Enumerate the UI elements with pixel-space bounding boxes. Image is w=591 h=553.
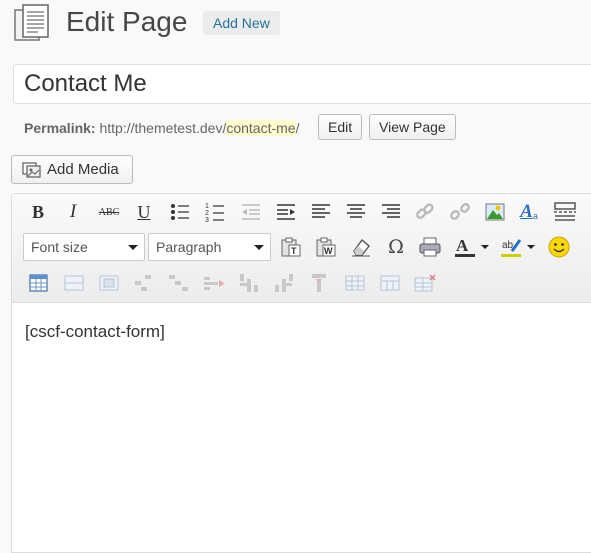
svg-text:1: 1	[205, 203, 209, 210]
font-size-label: Font size	[31, 239, 88, 255]
read-more-icon[interactable]	[552, 199, 578, 225]
insert-row-before-icon[interactable]	[131, 270, 157, 296]
svg-text:T: T	[291, 246, 297, 256]
bullet-list-icon[interactable]	[167, 199, 193, 225]
delete-row-icon[interactable]	[202, 270, 228, 296]
styles-icon[interactable]: Aa	[516, 199, 542, 225]
align-center-icon[interactable]	[343, 199, 369, 225]
permalink-base-url: http://themetest.dev/	[99, 120, 227, 136]
insert-column-before-icon[interactable]	[237, 270, 263, 296]
font-size-select[interactable]: Font size	[23, 233, 145, 261]
editor-content[interactable]: [cscf-contact-form]	[25, 321, 165, 343]
align-right-icon[interactable]	[378, 199, 404, 225]
pages-icon	[14, 4, 50, 44]
insert-table-icon[interactable]	[26, 270, 52, 296]
outdent-icon[interactable]	[238, 199, 264, 225]
delete-column-icon[interactable]	[307, 270, 333, 296]
strikethrough-icon[interactable]: ABC	[96, 199, 122, 225]
special-character-icon[interactable]: Ω	[383, 234, 409, 260]
paste-word-icon[interactable]: W	[313, 234, 339, 260]
paste-text-icon[interactable]: T	[278, 234, 304, 260]
insert-image-icon[interactable]	[482, 199, 508, 225]
highlight-color-icon[interactable]: ab	[498, 234, 538, 260]
print-icon[interactable]	[417, 234, 443, 260]
bold-icon[interactable]: B	[25, 199, 51, 225]
format-label: Paragraph	[156, 239, 222, 255]
permalink-label: Permalink:	[24, 120, 96, 136]
indent-icon[interactable]	[273, 199, 299, 225]
add-new-button[interactable]: Add New	[203, 11, 280, 35]
page-title: Edit Page	[66, 6, 188, 37]
add-media-button[interactable]: Add Media	[11, 155, 133, 184]
svg-text:3: 3	[205, 217, 209, 222]
svg-text:2: 2	[205, 210, 209, 217]
svg-text:A: A	[456, 236, 469, 255]
chevron-down-icon	[128, 245, 138, 250]
permalink-trailing: /	[295, 120, 300, 136]
add-media-icon	[22, 161, 42, 188]
insert-link-icon[interactable]	[412, 199, 438, 225]
split-cells-icon[interactable]	[342, 270, 368, 296]
chevron-down-icon	[254, 245, 264, 250]
svg-text:W: W	[324, 246, 333, 256]
italic-icon[interactable]: I	[60, 199, 86, 225]
align-left-icon[interactable]	[308, 199, 334, 225]
format-select[interactable]: Paragraph	[148, 233, 271, 261]
permalink-slug[interactable]: contact-me	[226, 120, 296, 136]
view-page-button[interactable]: View Page	[369, 114, 456, 140]
add-media-label: Add Media	[47, 161, 119, 178]
permalink-row: Permalink: http://themetest.dev/contact-…	[24, 119, 299, 137]
table-cell-icon[interactable]	[96, 270, 122, 296]
table-props-icon[interactable]	[412, 270, 438, 296]
unlink-icon[interactable]	[447, 199, 473, 225]
merge-cells-icon[interactable]	[377, 270, 403, 296]
text-color-icon[interactable]: A	[452, 234, 492, 260]
numbered-list-icon[interactable]: 123	[202, 199, 228, 225]
edit-permalink-button[interactable]: Edit	[318, 114, 363, 140]
post-title-input[interactable]: Contact Me	[13, 64, 591, 104]
editor-toolbar: B I ABC U 123 Aa Font size Paragraph T W…	[12, 194, 591, 303]
insert-column-after-icon[interactable]	[272, 270, 298, 296]
insert-row-after-icon[interactable]	[166, 270, 192, 296]
clear-formatting-icon[interactable]	[348, 234, 374, 260]
underline-icon[interactable]: U	[131, 199, 157, 225]
emoticon-icon[interactable]	[546, 234, 572, 260]
table-row-icon[interactable]	[61, 270, 87, 296]
